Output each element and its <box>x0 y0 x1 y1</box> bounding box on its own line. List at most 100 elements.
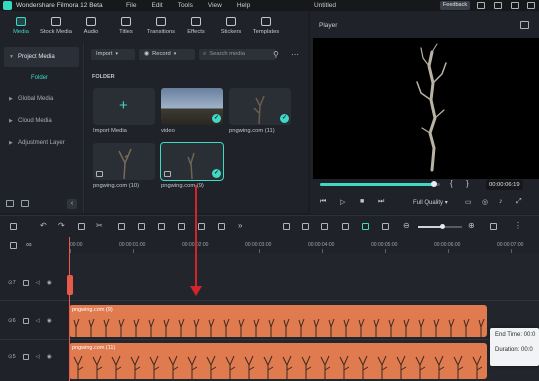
timeline-ruler[interactable]: 00:0000:00:01:0000:00:02:0000:00:03:0000… <box>68 237 539 253</box>
lock-icon[interactable] <box>22 354 29 360</box>
sidebar-item-folder[interactable]: Folder <box>4 69 79 87</box>
zoom-out-icon[interactable]: ⊖ <box>403 221 410 230</box>
music-note-icon <box>86 17 96 26</box>
filter-icon[interactable]: ⚲ <box>273 50 279 59</box>
playback-progress-bar[interactable] <box>320 181 440 187</box>
timeline-clip-pngwing-11[interactable]: pngwing.com (11) <box>69 343 487 379</box>
snap-icon[interactable] <box>362 223 369 230</box>
sidebar-item-cloud-media[interactable]: ▶ Cloud Media <box>4 111 79 131</box>
image-icon <box>96 171 103 177</box>
lock-icon[interactable] <box>22 280 29 286</box>
tab-effects[interactable]: Effects <box>181 11 211 43</box>
display-icon[interactable]: ▭ <box>465 198 472 206</box>
audio-tool-icon[interactable] <box>198 223 205 230</box>
cloud-icon[interactable] <box>511 2 519 9</box>
zoom-slider[interactable] <box>418 224 462 229</box>
audio-icon[interactable]: ◁ <box>36 354 40 360</box>
snapshot-icon[interactable] <box>520 21 529 29</box>
playback-scrubber[interactable] <box>431 181 437 187</box>
zoom-knob[interactable] <box>440 224 446 229</box>
text-tool-icon[interactable] <box>178 223 185 230</box>
track-divider <box>0 300 539 301</box>
tab-media[interactable]: Media <box>6 11 36 43</box>
tab-templates[interactable]: Templates <box>251 11 281 43</box>
fullscreen-icon[interactable]: ⤢ <box>516 198 522 206</box>
split-icon[interactable]: ✂ <box>96 221 103 230</box>
speed-icon[interactable] <box>158 223 165 230</box>
mark-in-icon[interactable]: { <box>450 179 453 188</box>
gift-icon[interactable] <box>494 2 502 9</box>
audio-icon[interactable]: ◁ <box>36 318 40 324</box>
more-tools-icon[interactable]: » <box>238 221 242 230</box>
more-options-icon[interactable]: ⋯ <box>291 50 299 59</box>
crop-icon[interactable] <box>118 223 125 230</box>
clip-filmstrip <box>69 353 487 379</box>
redo-icon[interactable]: ↷ <box>58 221 65 230</box>
next-frame-icon[interactable]: ⏭ <box>378 198 384 206</box>
sidebar-item-project-media[interactable]: ▼ Project Media <box>4 47 79 67</box>
add-folder-icon[interactable] <box>21 200 29 207</box>
menu-file[interactable]: File <box>126 2 136 9</box>
sidebar-item-label: Cloud Media <box>18 118 52 124</box>
play-icon[interactable]: ▷ <box>340 198 345 206</box>
search-icon: ⌕ <box>203 50 207 57</box>
link-icon[interactable]: ∞ <box>26 240 32 249</box>
track-number: 5 <box>12 354 16 360</box>
grid-icon[interactable] <box>490 223 497 230</box>
feedback-button[interactable]: Feedback <box>440 1 470 10</box>
color-icon[interactable] <box>138 223 145 230</box>
audio-mix-icon[interactable] <box>342 223 349 230</box>
new-folder-icon[interactable] <box>6 200 14 207</box>
tab-transitions[interactable]: Transitions <box>146 11 176 43</box>
voiceover-icon[interactable] <box>321 223 328 230</box>
more-options-icon[interactable]: ⋮ <box>514 221 522 230</box>
record-dropdown[interactable]: ◉ Record ▾ <box>139 48 195 60</box>
tab-audio[interactable]: Audio <box>76 11 106 43</box>
menu-tools[interactable]: Tools <box>178 2 193 9</box>
menu-help[interactable]: Help <box>237 2 250 9</box>
media-item-pngwing-9[interactable]: ✓ <box>160 142 224 181</box>
camera-icon[interactable]: ◎ <box>482 198 488 206</box>
playhead-handle[interactable] <box>67 275 73 295</box>
import-dropdown[interactable]: Import ▾ <box>91 48 135 60</box>
collapse-sidebar-button[interactable]: ‹ <box>67 199 77 209</box>
audio-icon[interactable]: ◁ <box>36 280 40 286</box>
media-item-video[interactable]: ✓ <box>161 88 223 125</box>
render-icon[interactable] <box>283 223 290 230</box>
account-icon[interactable] <box>477 2 485 9</box>
chevron-right-icon: ▶ <box>9 140 13 146</box>
mark-out-icon[interactable]: } <box>466 179 469 188</box>
marker-icon[interactable] <box>302 223 309 230</box>
tab-stock-media[interactable]: Stock Media <box>40 11 72 43</box>
eye-icon[interactable]: ◉ <box>47 280 52 286</box>
zoom-in-icon[interactable]: ⊕ <box>468 221 475 230</box>
media-item-pngwing-10[interactable] <box>93 143 155 180</box>
tab-titles[interactable]: Titles <box>111 11 141 43</box>
eye-icon[interactable]: ◉ <box>47 354 52 360</box>
menu-edit[interactable]: Edit <box>151 2 162 9</box>
quality-dropdown[interactable]: Full Quality ▾ <box>413 199 448 206</box>
keyframe-icon[interactable] <box>218 223 225 230</box>
lock-icon[interactable] <box>22 318 29 324</box>
tab-stickers[interactable]: Stickers <box>216 11 246 43</box>
eye-icon[interactable]: ◉ <box>47 318 52 324</box>
playback-progress-fill <box>320 183 434 186</box>
media-label: video <box>161 128 175 134</box>
timeline-clip-pngwing-9[interactable]: pngwing.com (9) <box>69 305 487 337</box>
layout-icon[interactable] <box>10 223 17 230</box>
delete-icon[interactable] <box>78 223 85 230</box>
previous-frame-icon[interactable]: ⏮ <box>320 198 326 206</box>
undo-icon[interactable]: ↶ <box>40 221 47 230</box>
media-item-pngwing-11[interactable]: ✓ <box>229 88 291 125</box>
download-icon[interactable] <box>527 2 535 9</box>
search-input[interactable]: ⌕ Search media <box>199 48 276 60</box>
quality-label: Full Quality <box>413 200 444 206</box>
add-track-icon[interactable] <box>10 242 17 249</box>
stop-icon[interactable]: ■ <box>360 198 364 205</box>
ai-icon[interactable] <box>382 223 389 230</box>
menu-view[interactable]: View <box>208 2 222 9</box>
import-media-tile[interactable]: + <box>93 88 155 125</box>
sidebar-item-global-media[interactable]: ▶ Global Media <box>4 89 79 109</box>
volume-icon[interactable]: ♪ <box>499 198 503 205</box>
sidebar-item-adjustment-layer[interactable]: ▶ Adjustment Layer <box>4 133 79 153</box>
